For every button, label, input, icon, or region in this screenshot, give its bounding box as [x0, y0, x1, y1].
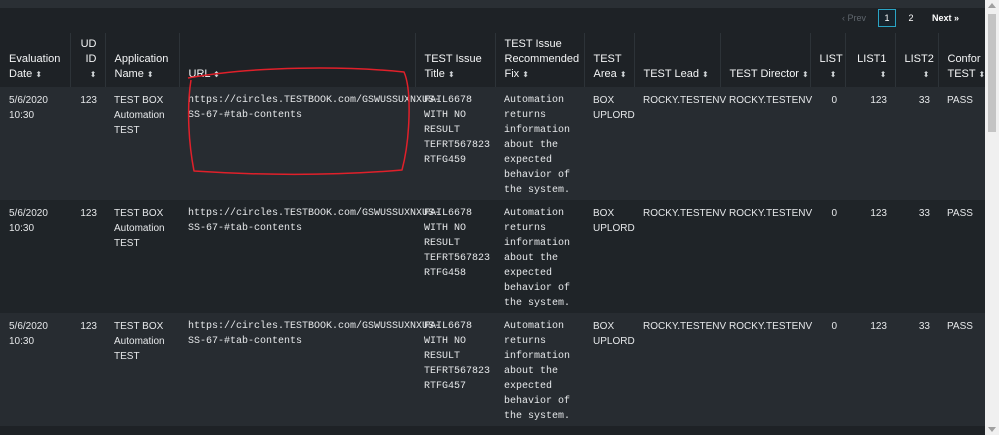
pagination-bar: ‹ Prev 1 2 Next »	[0, 8, 985, 33]
cell-conformance-test: PASS	[947, 321, 973, 332]
cell-url[interactable]: https://circles.TESTBOOK.com/GSWUSSUXNXU…	[179, 200, 440, 313]
cell-issue-title: FAIL6678 WITH NO RESULT TEFRT567823 RTFG…	[424, 95, 491, 166]
scrollbar-thumb[interactable]	[988, 14, 996, 132]
results-table-container[interactable]: Evaluation Date ⬍ UD ID ⬍ Application Na…	[0, 33, 985, 435]
cell-list: 0	[831, 321, 837, 332]
col-header-url[interactable]: URL ⬍	[179, 33, 416, 87]
cell-url[interactable]: https://circles.TESTBOOK.com/GSWUSSUXNXU…	[179, 87, 440, 200]
cell-ud-id: 123	[80, 95, 97, 106]
sort-icon: ⬍	[619, 70, 627, 79]
cell-test-director: ROCKY.TESTENV	[729, 208, 813, 219]
prev-page-link[interactable]: ‹ Prev	[842, 13, 866, 23]
table-row[interactable]: 5/6/2020 10:30 123 TEST BOX Automation T…	[0, 313, 985, 426]
cell-application-name: TEST BOX Automation TEST	[114, 208, 165, 249]
cell-application-name: TEST BOX Automation TEST	[114, 95, 165, 136]
sort-icon: ⬍	[146, 70, 154, 79]
cell-list: 0	[831, 208, 837, 219]
cell-evaluation-date: 5/6/2020 10:30	[9, 321, 48, 347]
cell-evaluation-date: 5/6/2020 10:30	[9, 95, 48, 121]
cell-recommended-fix: Automation returns information about the…	[504, 95, 571, 196]
cell-issue-title: FAIL6678 WITH NO RESULT TEFRT567823 RTFG…	[424, 321, 491, 392]
cell-ud-id: 123	[80, 321, 97, 332]
sort-icon: ⬍	[879, 70, 887, 79]
sort-icon: ⬍	[829, 70, 837, 79]
cell-test-lead: ROCKY.TESTENV	[643, 208, 727, 219]
cell-test-area: BOX UPLORD	[593, 208, 635, 234]
cell-issue-title: FAIL6678 WITH NO RESULT TEFRT567823 RTFG…	[424, 208, 491, 279]
cell-conformance-test: PASS	[947, 208, 973, 219]
cell-list1: 123	[870, 208, 887, 219]
sort-icon: ⬍	[702, 70, 709, 79]
col-header-application-name[interactable]: Application Name ⬍	[105, 33, 180, 87]
next-page-link[interactable]: Next »	[932, 13, 959, 23]
vertical-scrollbar[interactable]	[985, 0, 999, 435]
sort-icon: ⬍	[35, 70, 43, 79]
cell-test-area: BOX UPLORD	[593, 321, 635, 347]
sort-icon: ⬍	[522, 70, 529, 79]
cell-application-name: TEST BOX Automation TEST	[114, 321, 165, 362]
col-header-list1[interactable]: LIST1 ⬍	[845, 33, 896, 87]
header-row: Evaluation Date ⬍ UD ID ⬍ Application Na…	[0, 33, 985, 87]
sort-icon: ⬍	[213, 70, 220, 79]
cell-ud-id: 123	[80, 208, 97, 219]
table-row[interactable]: 5/6/2020 10:30 123 TEST BOX Automation T…	[0, 87, 985, 200]
col-header-issue-title[interactable]: TEST Issue Title ⬍	[415, 33, 496, 87]
cell-test-director: ROCKY.TESTENV	[729, 321, 813, 332]
table-row[interactable]: 5/6/2020 10:30 123 TEST BOX Automation T…	[0, 200, 985, 313]
cell-evaluation-date: 5/6/2020 10:30	[9, 208, 48, 234]
pagination: ‹ Prev 1 2 Next »	[842, 9, 959, 27]
sort-icon: ⬍	[447, 70, 455, 79]
col-header-list2[interactable]: LIST2 ⬍	[895, 33, 939, 87]
cell-list2: 33	[918, 95, 930, 106]
cell-list1: 123	[870, 321, 887, 332]
sort-icon: ⬍	[89, 70, 97, 79]
cell-recommended-fix: Automation returns information about the…	[504, 321, 571, 422]
cell-list: 0	[831, 95, 837, 106]
cell-test-lead: ROCKY.TESTENV	[643, 95, 727, 106]
cell-url[interactable]: https://circles.TESTBOOK.com/GSWUSSUXNXU…	[179, 313, 440, 426]
page-2-button[interactable]: 2	[902, 9, 920, 27]
page-1-button[interactable]: 1	[877, 9, 896, 27]
col-header-recommended-fix[interactable]: TEST Issue Recommended Fix ⬍	[495, 33, 585, 87]
cell-recommended-fix: Automation returns information about the…	[504, 208, 571, 309]
results-table: Evaluation Date ⬍ UD ID ⬍ Application Na…	[0, 33, 985, 426]
cell-test-director: ROCKY.TESTENV	[729, 95, 813, 106]
sort-icon: ⬍	[922, 70, 930, 79]
cell-list2: 33	[918, 321, 930, 332]
col-header-list[interactable]: LIST ⬍	[810, 33, 846, 87]
col-header-test-lead[interactable]: TEST Lead ⬍	[634, 33, 721, 87]
col-header-ud-id[interactable]: UD ID ⬍	[70, 33, 106, 87]
cell-list1: 123	[870, 95, 887, 106]
col-header-test-director[interactable]: TEST Director ⬍	[720, 33, 811, 87]
cell-test-lead: ROCKY.TESTENV	[643, 321, 727, 332]
cell-list2: 33	[918, 208, 930, 219]
cell-test-area: BOX UPLORD	[593, 95, 635, 121]
top-strip	[0, 0, 985, 8]
sort-icon: ⬍	[802, 70, 809, 79]
cell-conformance-test: PASS	[947, 95, 973, 106]
col-header-test-area[interactable]: TEST Area ⬍	[584, 33, 635, 87]
scroll-up-arrow-icon[interactable]	[988, 3, 996, 8]
scroll-down-arrow-icon[interactable]	[988, 427, 996, 432]
col-header-evaluation-date[interactable]: Evaluation Date ⬍	[0, 33, 71, 87]
col-header-conformance-test[interactable]: Confor TEST ⬍	[938, 33, 985, 87]
